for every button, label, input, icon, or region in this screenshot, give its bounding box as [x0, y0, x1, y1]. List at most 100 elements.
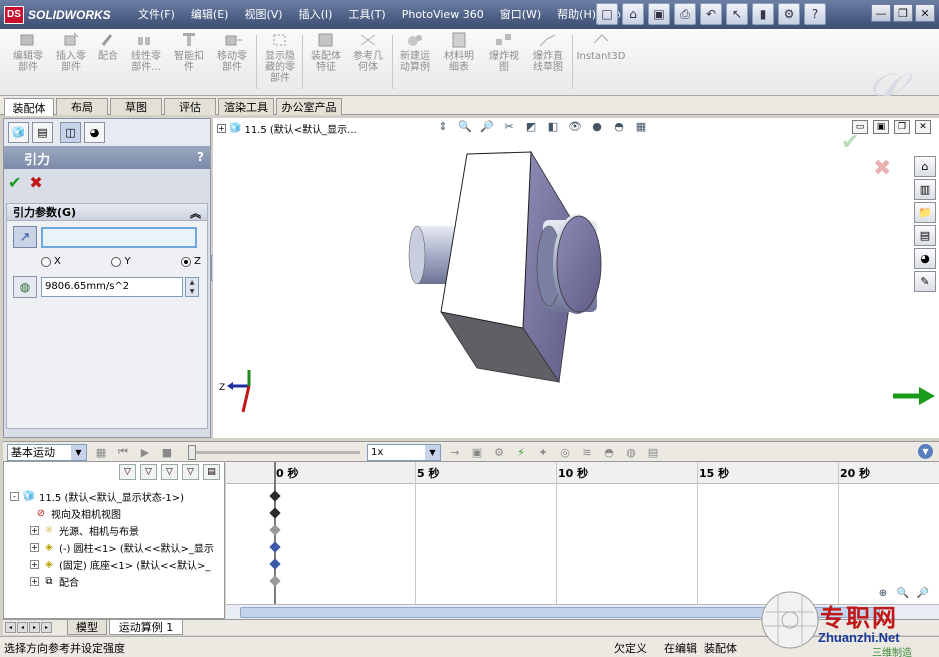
help-icon[interactable]: ? [804, 3, 826, 25]
view-orientation-icon[interactable]: ◩ [523, 118, 539, 134]
solidworks-logo[interactable]: DS SOLIDWORKS [4, 4, 126, 25]
open-icon[interactable]: ⌂ [622, 3, 644, 25]
tree-item-mates[interactable]: + ⧉ 配合 [30, 573, 79, 590]
play-from-start-icon[interactable]: ⏮ [115, 444, 131, 460]
direction-reference-field[interactable] [41, 227, 197, 248]
gravity-icon[interactable]: ◍ [623, 444, 639, 460]
file-explorer-icon[interactable]: 📁 [914, 202, 936, 223]
key-point[interactable] [269, 558, 281, 570]
results-icon[interactable]: ▤ [645, 444, 661, 460]
next-tab-icon[interactable]: ▸ [29, 622, 40, 633]
display-style-icon[interactable]: ◧ [545, 118, 561, 134]
value-spinner[interactable]: ▲ ▼ [185, 277, 199, 297]
feature-manager-tab-icon[interactable]: 🧊 [8, 122, 29, 143]
exploded-view-button[interactable]: 爆炸视 图 [484, 31, 524, 93]
mate-button[interactable]: 配合 [94, 31, 122, 93]
animation-wizard-icon[interactable]: ⚙ [491, 444, 507, 460]
linear-pattern-button[interactable]: 线性零 部件... [126, 31, 166, 93]
filter-results-icon[interactable]: ▤ [203, 464, 220, 480]
print-icon[interactable]: ⎙ [674, 3, 696, 25]
tree-item-view-camera[interactable]: ⊘ 视向及相机视图 [34, 505, 121, 522]
options-icon[interactable]: ⚙ [778, 3, 800, 25]
tree-item-assembly[interactable]: - 🧊 11.5 (默认<默认_显示状态-1>) [10, 488, 184, 505]
zoom-area-icon[interactable]: 🔍 [457, 118, 473, 134]
radio-x[interactable]: X [41, 256, 61, 267]
menu-edit[interactable]: 编辑(E) [183, 4, 237, 26]
section-view-icon[interactable]: ✂ [501, 118, 517, 134]
help-button[interactable]: ? [197, 150, 204, 164]
property-manager-tab-icon[interactable]: ▤ [32, 122, 53, 143]
select-icon[interactable]: ↖ [726, 3, 748, 25]
previous-view-icon[interactable]: 🔎 [479, 118, 495, 134]
edit-component-button[interactable]: 编辑零 部件 [8, 31, 48, 93]
chevron-down-icon[interactable]: ▼ [425, 445, 440, 460]
confirm-cancel-icon[interactable]: ✖ [873, 156, 891, 181]
menu-tools[interactable]: 工具(T) [340, 4, 393, 26]
expand-icon[interactable]: + [217, 124, 226, 133]
smart-fastener-button[interactable]: 智能扣 件 [170, 31, 208, 93]
instant3d-button[interactable]: Instant3D [576, 31, 626, 93]
spring-icon[interactable]: ≋ [579, 444, 595, 460]
viewport-close-icon[interactable]: ✕ [915, 120, 931, 134]
collapse-up-icon[interactable]: ︽ [190, 205, 201, 221]
direction-reference-icon[interactable]: ↗ [13, 226, 37, 248]
reference-geometry-button[interactable]: 参考几 何体 [348, 31, 388, 93]
filter-selected-icon[interactable]: ▽ [182, 464, 199, 480]
tab-render-tools[interactable]: 渲染工具 [218, 98, 274, 115]
radio-y[interactable]: Y [111, 256, 131, 267]
assembly-features-button[interactable]: 装配体 特征 [306, 31, 346, 93]
key-point[interactable] [269, 507, 281, 519]
show-hidden-components-button[interactable]: 显示隐 藏的零 部件 [260, 31, 300, 93]
rebuild-icon[interactable]: ▮ [752, 3, 774, 25]
restore-icon[interactable]: ❐ [893, 4, 913, 22]
solidworks-resources-icon[interactable]: ⌂ [914, 156, 936, 177]
menu-window[interactable]: 窗口(W) [492, 4, 549, 26]
appearances-scenes-icon[interactable]: ◕ [914, 248, 936, 269]
last-tab-icon[interactable]: ▸ [41, 622, 52, 633]
explode-line-sketch-button[interactable]: 爆炸直 线草图 [528, 31, 568, 93]
minimize-icon[interactable]: — [871, 4, 891, 22]
tab-sketch[interactable]: 草图 [110, 98, 162, 115]
contact-icon[interactable]: ◓ [601, 444, 617, 460]
undo-icon[interactable]: ↶ [700, 3, 722, 25]
play-icon[interactable]: ▶ [137, 444, 153, 460]
stop-icon[interactable]: ■ [159, 444, 175, 460]
group-header[interactable]: 引力参数(G) ︽ [7, 204, 207, 221]
menu-photoview[interactable]: PhotoView 360 [394, 4, 492, 26]
gravity-value-field[interactable]: 9806.65mm/s^2 [41, 277, 183, 297]
viewport-restore-icon[interactable]: ▣ [873, 120, 889, 134]
tab-layout[interactable]: 布局 [56, 98, 108, 115]
filter-animated-icon[interactable]: ▽ [140, 464, 157, 480]
ok-icon[interactable]: ✔ [8, 173, 21, 192]
scene-icon[interactable]: ◓ [611, 118, 627, 134]
close-icon[interactable]: ✕ [915, 4, 935, 22]
key-point[interactable] [269, 541, 281, 553]
tab-assembly[interactable]: 装配体 [4, 98, 54, 116]
radio-z[interactable]: Z [181, 256, 201, 267]
confirm-ok-icon[interactable]: ✔ [841, 130, 859, 155]
bill-of-materials-button[interactable]: 材料明 细表 [440, 31, 478, 93]
view-palette-icon[interactable]: ▤ [914, 225, 936, 246]
tab-evaluate[interactable]: 评估 [164, 98, 216, 115]
add-key-icon[interactable]: ✦ [535, 444, 551, 460]
tab-office-products[interactable]: 办公室产品 [276, 98, 342, 115]
new-document-icon[interactable]: □ [596, 3, 618, 25]
menu-insert[interactable]: 插入(I) [291, 4, 341, 26]
menu-view[interactable]: 视图(V) [236, 4, 290, 26]
view-settings-icon[interactable]: ▦ [633, 118, 649, 134]
slider-thumb[interactable] [188, 445, 196, 460]
key-point[interactable] [269, 490, 281, 502]
study-type-select[interactable]: 基本运动 ▼ [7, 444, 87, 461]
appearance-icon[interactable]: ● [589, 118, 605, 134]
playback-slider[interactable] [188, 445, 360, 460]
first-tab-icon[interactable]: ◂ [5, 622, 16, 633]
playback-rate-select[interactable]: 1x ▼ [367, 444, 441, 461]
prev-tab-icon[interactable]: ◂ [17, 622, 28, 633]
key-point[interactable] [269, 524, 281, 536]
playback-mode-icon[interactable]: → [447, 444, 463, 460]
move-component-button[interactable]: 移动零 部件 [212, 31, 252, 93]
tree-item-lights[interactable]: + ☼ 光源、相机与布景 [30, 522, 139, 539]
save-animation-icon[interactable]: ▣ [469, 444, 485, 460]
viewport-tile-icon[interactable]: ❐ [894, 120, 910, 134]
insert-component-button[interactable]: 插入零 部件 [52, 31, 90, 93]
